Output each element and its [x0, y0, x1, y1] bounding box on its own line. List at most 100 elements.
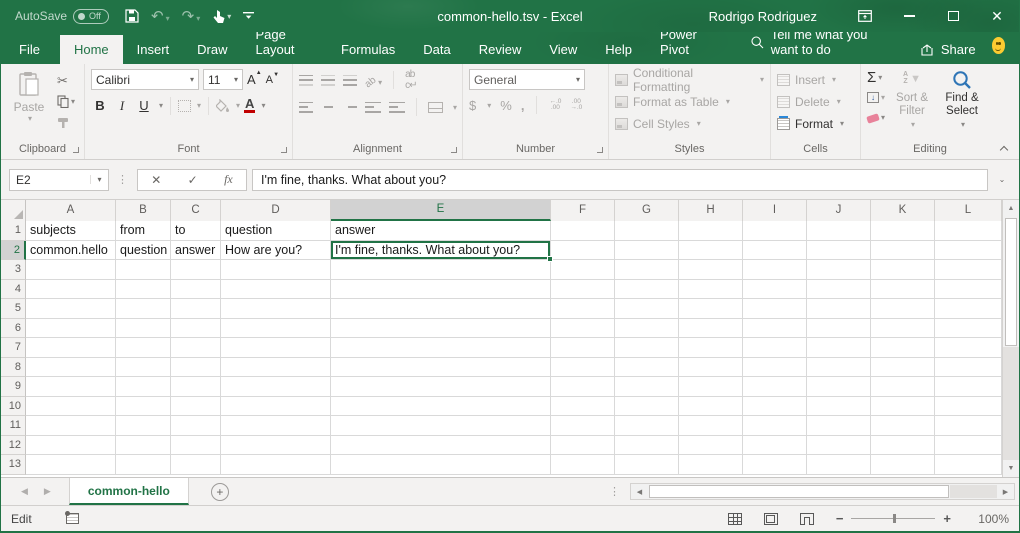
cell-I5[interactable]: [743, 299, 807, 319]
fill-button[interactable]: ↓▾: [867, 90, 885, 105]
cell-E9[interactable]: [331, 377, 551, 397]
cell-G2[interactable]: [615, 241, 679, 261]
cell-D5[interactable]: [221, 299, 331, 319]
cell-J8[interactable]: [807, 358, 871, 378]
cell-H13[interactable]: [679, 455, 743, 475]
cell-E5[interactable]: [331, 299, 551, 319]
increase-font-size-button[interactable]: A▲: [247, 72, 262, 87]
cell-C4[interactable]: [171, 280, 221, 300]
cell-B6[interactable]: [116, 319, 171, 339]
percent-style-button[interactable]: %: [500, 98, 512, 113]
cell-L11[interactable]: [935, 416, 1002, 436]
borders-dropdown-icon[interactable]: ▾: [197, 101, 201, 110]
cell-I6[interactable]: [743, 319, 807, 339]
cell-I9[interactable]: [743, 377, 807, 397]
fill-handle[interactable]: [547, 256, 553, 262]
collapse-ribbon-icon[interactable]: [1000, 144, 1009, 153]
formula-input[interactable]: I'm fine, thanks. What about you?: [252, 169, 988, 191]
cell-A11[interactable]: [26, 416, 116, 436]
cell-H12[interactable]: [679, 436, 743, 456]
middle-align-icon[interactable]: [321, 75, 335, 86]
cell-C5[interactable]: [171, 299, 221, 319]
accounting-format-button[interactable]: $: [469, 98, 476, 113]
previous-sheet-icon[interactable]: ◀: [21, 486, 28, 497]
comma-style-button[interactable]: ,: [521, 98, 525, 113]
cell-H2[interactable]: [679, 241, 743, 261]
cell-F9[interactable]: [551, 377, 615, 397]
undo-button[interactable]: ↶▾: [151, 7, 170, 25]
merge-dropdown-icon[interactable]: ▾: [453, 103, 457, 112]
column-header-I[interactable]: I: [743, 200, 807, 221]
cell-F2[interactable]: [551, 241, 615, 261]
column-header-K[interactable]: K: [871, 200, 935, 221]
cell-I12[interactable]: [743, 436, 807, 456]
name-box-dropdown-icon[interactable]: ▾: [90, 175, 108, 184]
cell-H6[interactable]: [679, 319, 743, 339]
wrap-text-icon[interactable]: abc↵: [405, 69, 416, 91]
close-button[interactable]: ✕: [975, 0, 1019, 32]
cell-J11[interactable]: [807, 416, 871, 436]
column-header-J[interactable]: J: [807, 200, 871, 221]
horizontal-scrollbar[interactable]: ◀ ▶: [630, 483, 1015, 500]
cell-G1[interactable]: [615, 221, 679, 241]
name-box[interactable]: E2 ▾: [9, 169, 109, 191]
cell-F6[interactable]: [551, 319, 615, 339]
cell-F5[interactable]: [551, 299, 615, 319]
format-as-table-button[interactable]: Format as Table▾: [615, 93, 764, 110]
cell-G3[interactable]: [615, 260, 679, 280]
find-select-button[interactable]: Find & Select▾: [939, 69, 985, 131]
conditional-formatting-button[interactable]: Conditional Formatting▾: [615, 71, 764, 88]
cell-C7[interactable]: [171, 338, 221, 358]
cell-L4[interactable]: [935, 280, 1002, 300]
row-header-3[interactable]: 3: [1, 260, 26, 280]
cell-K1[interactable]: [871, 221, 935, 241]
number-dialog-launcher[interactable]: [596, 146, 604, 154]
cell-C9[interactable]: [171, 377, 221, 397]
copy-button[interactable]: ▾: [57, 94, 75, 109]
underline-dropdown-icon[interactable]: ▾: [159, 101, 163, 110]
page-layout-view-icon[interactable]: [764, 513, 778, 525]
cell-B1[interactable]: from: [116, 221, 171, 241]
cell-H4[interactable]: [679, 280, 743, 300]
cell-I13[interactable]: [743, 455, 807, 475]
minimize-button[interactable]: [887, 0, 931, 32]
tab-home[interactable]: Home: [60, 35, 123, 64]
cell-F12[interactable]: [551, 436, 615, 456]
cell-D9[interactable]: [221, 377, 331, 397]
alignment-dialog-launcher[interactable]: [450, 146, 458, 154]
cell-L1[interactable]: [935, 221, 1002, 241]
align-right-icon[interactable]: [343, 102, 357, 113]
cell-B9[interactable]: [116, 377, 171, 397]
font-name-dropdown-icon[interactable]: ▾: [190, 75, 194, 84]
zoom-out-icon[interactable]: −: [836, 511, 844, 526]
column-header-B[interactable]: B: [116, 200, 171, 221]
cell-A6[interactable]: [26, 319, 116, 339]
top-align-icon[interactable]: [299, 75, 313, 86]
cell-G10[interactable]: [615, 397, 679, 417]
row-header-9[interactable]: 9: [1, 377, 26, 397]
cell-E2[interactable]: I'm fine, thanks. What about you?: [331, 241, 551, 261]
cell-K13[interactable]: [871, 455, 935, 475]
align-center-icon[interactable]: [321, 102, 335, 113]
cell-H9[interactable]: [679, 377, 743, 397]
cell-G5[interactable]: [615, 299, 679, 319]
cell-styles-button[interactable]: Cell Styles▾: [615, 115, 764, 132]
cell-A2[interactable]: common.hello: [26, 241, 116, 261]
cell-K3[interactable]: [871, 260, 935, 280]
cell-H5[interactable]: [679, 299, 743, 319]
column-header-A[interactable]: A: [26, 200, 116, 221]
column-header-L[interactable]: L: [935, 200, 1002, 221]
delete-cells-button[interactable]: Delete▾: [777, 93, 844, 110]
cell-J13[interactable]: [807, 455, 871, 475]
cell-H1[interactable]: [679, 221, 743, 241]
cell-E8[interactable]: [331, 358, 551, 378]
cell-A3[interactable]: [26, 260, 116, 280]
italic-button[interactable]: I: [113, 96, 131, 115]
cell-G6[interactable]: [615, 319, 679, 339]
cell-C13[interactable]: [171, 455, 221, 475]
expand-formula-bar-icon[interactable]: ⌄: [993, 175, 1011, 184]
cell-H8[interactable]: [679, 358, 743, 378]
row-header-13[interactable]: 13: [1, 455, 26, 475]
zoom-in-icon[interactable]: +: [943, 511, 951, 526]
row-header-1[interactable]: 1: [1, 221, 26, 241]
